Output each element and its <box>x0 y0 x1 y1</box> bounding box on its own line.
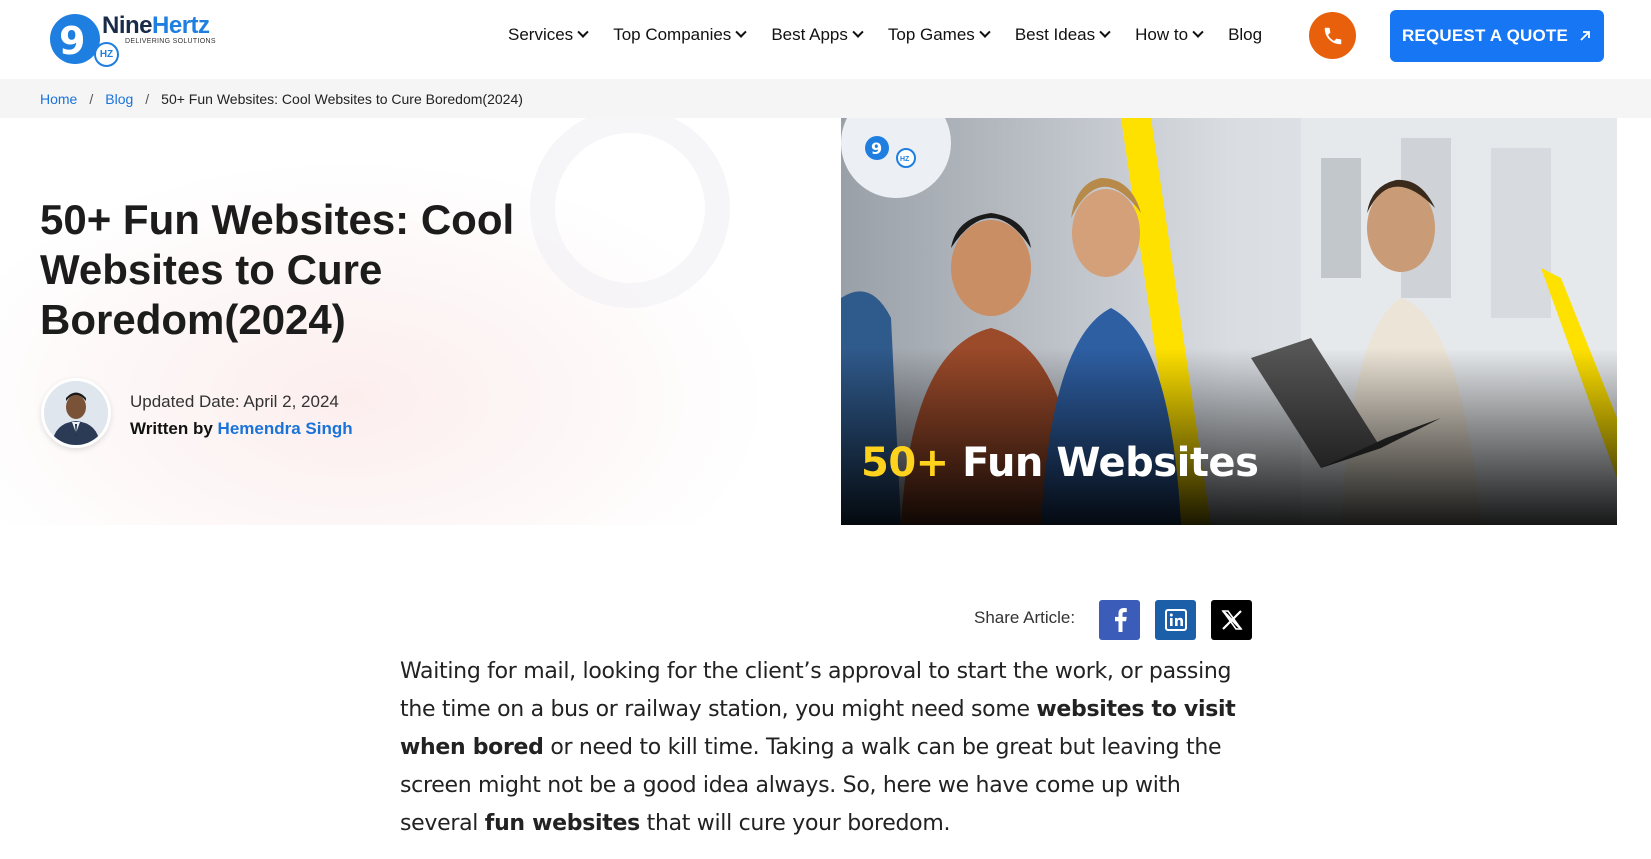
nav-top-games[interactable]: Top Games <box>888 23 1002 47</box>
article-text: that will cure your boredom. <box>639 811 951 836</box>
breadcrumb-separator: / <box>89 90 94 107</box>
logo-name-hertz: Hertz <box>152 12 210 39</box>
svg-text:9: 9 <box>871 139 882 158</box>
facebook-icon <box>1114 608 1127 632</box>
nav-label: Top Games <box>887 25 975 44</box>
page-title: 50+ Fun Websites: Cool Websites to Cure … <box>40 196 515 343</box>
logo-mark-9: 9 <box>59 19 86 63</box>
request-quote-label: REQUEST A QUOTE <box>1401 26 1569 45</box>
hero-image: 9 HZ 50+ Fun Websites <box>841 118 1617 525</box>
chevron-down-icon <box>577 26 589 38</box>
logo-tagline: DELIVERING SOLUTIONS <box>125 38 216 45</box>
written-by-label: Written by <box>130 419 213 438</box>
nav-best-apps[interactable]: Best Apps <box>771 23 875 47</box>
nav-label: Best Apps <box>771 25 848 44</box>
updated-date: Updated Date: April 2, 2024 <box>130 392 339 411</box>
nav-how-to[interactable]: How to <box>1135 23 1215 47</box>
breadcrumb: Home / Blog / 50+ Fun Websites: Cool Web… <box>0 79 1651 118</box>
author-link[interactable]: Hemendra Singh <box>218 419 353 438</box>
hero-image-caption: 50+ Fun Websites <box>861 440 1259 486</box>
nav-services[interactable]: Services <box>508 23 600 47</box>
article-bold-text: fun websites <box>484 811 640 836</box>
share-linkedin-button[interactable] <box>1155 600 1196 640</box>
breadcrumb-home[interactable]: Home <box>40 91 77 107</box>
nav-label: Top Companies <box>613 25 732 44</box>
svg-text:HZ: HZ <box>900 156 910 163</box>
chevron-down-icon <box>735 26 747 38</box>
linkedin-icon <box>1164 609 1187 631</box>
phone-icon <box>1324 27 1341 44</box>
breadcrumb-current: 50+ Fun Websites: Cool Websites to Cure … <box>161 90 523 107</box>
nav-top-companies[interactable]: Top Companies <box>613 23 758 47</box>
logo-wordmark: NineHertz <box>102 12 210 40</box>
logo-name-nine: Nine <box>102 12 153 39</box>
arrow-up-right-icon <box>1580 31 1590 41</box>
chevron-down-icon <box>852 26 864 38</box>
decorative-ring <box>530 118 730 308</box>
breadcrumb-blog[interactable]: Blog <box>105 91 133 107</box>
logo-mark: 9 <box>50 14 100 64</box>
logo-mark-hz: HZ <box>94 42 119 67</box>
hero-section: 50+ Fun Websites: Cool Websites to Cure … <box>0 118 841 525</box>
nav-label: Best Ideas <box>1014 25 1096 44</box>
nav-best-ideas[interactable]: Best Ideas <box>1015 23 1122 47</box>
article-intro-paragraph: Waiting for mail, looking for the client… <box>400 653 1260 843</box>
caption-number: 50+ <box>861 440 949 486</box>
nav-blog[interactable]: Blog <box>1228 23 1275 47</box>
x-twitter-icon <box>1220 610 1243 630</box>
share-facebook-button[interactable] <box>1099 600 1140 640</box>
nav-label: How to <box>1135 25 1189 44</box>
request-quote-button[interactable]: REQUEST A QUOTE <box>1390 10 1604 62</box>
chevron-down-icon <box>979 26 991 38</box>
author-avatar <box>41 378 111 448</box>
ninehertz-logo[interactable]: 9 HZ NineHertz DELIVERING SOLUTIONS <box>50 12 225 68</box>
site-header: 9 HZ NineHertz DELIVERING SOLUTIONS Serv… <box>0 0 1651 79</box>
share-x-button[interactable] <box>1211 600 1252 640</box>
share-label: Share Article: <box>974 608 1076 627</box>
written-by: Written by Hemendra Singh <box>130 419 353 439</box>
author-photo <box>44 381 108 445</box>
chevron-down-icon <box>1099 26 1111 38</box>
phone-button[interactable] <box>1309 12 1356 59</box>
chevron-down-icon <box>1192 26 1204 38</box>
breadcrumb-separator: / <box>145 90 150 107</box>
nav-label: Services <box>508 25 574 44</box>
nav-label: Blog <box>1228 25 1263 44</box>
caption-text: Fun Websites <box>962 440 1259 486</box>
main-nav: Services Top Companies Best Apps Top Gam… <box>508 23 1288 47</box>
